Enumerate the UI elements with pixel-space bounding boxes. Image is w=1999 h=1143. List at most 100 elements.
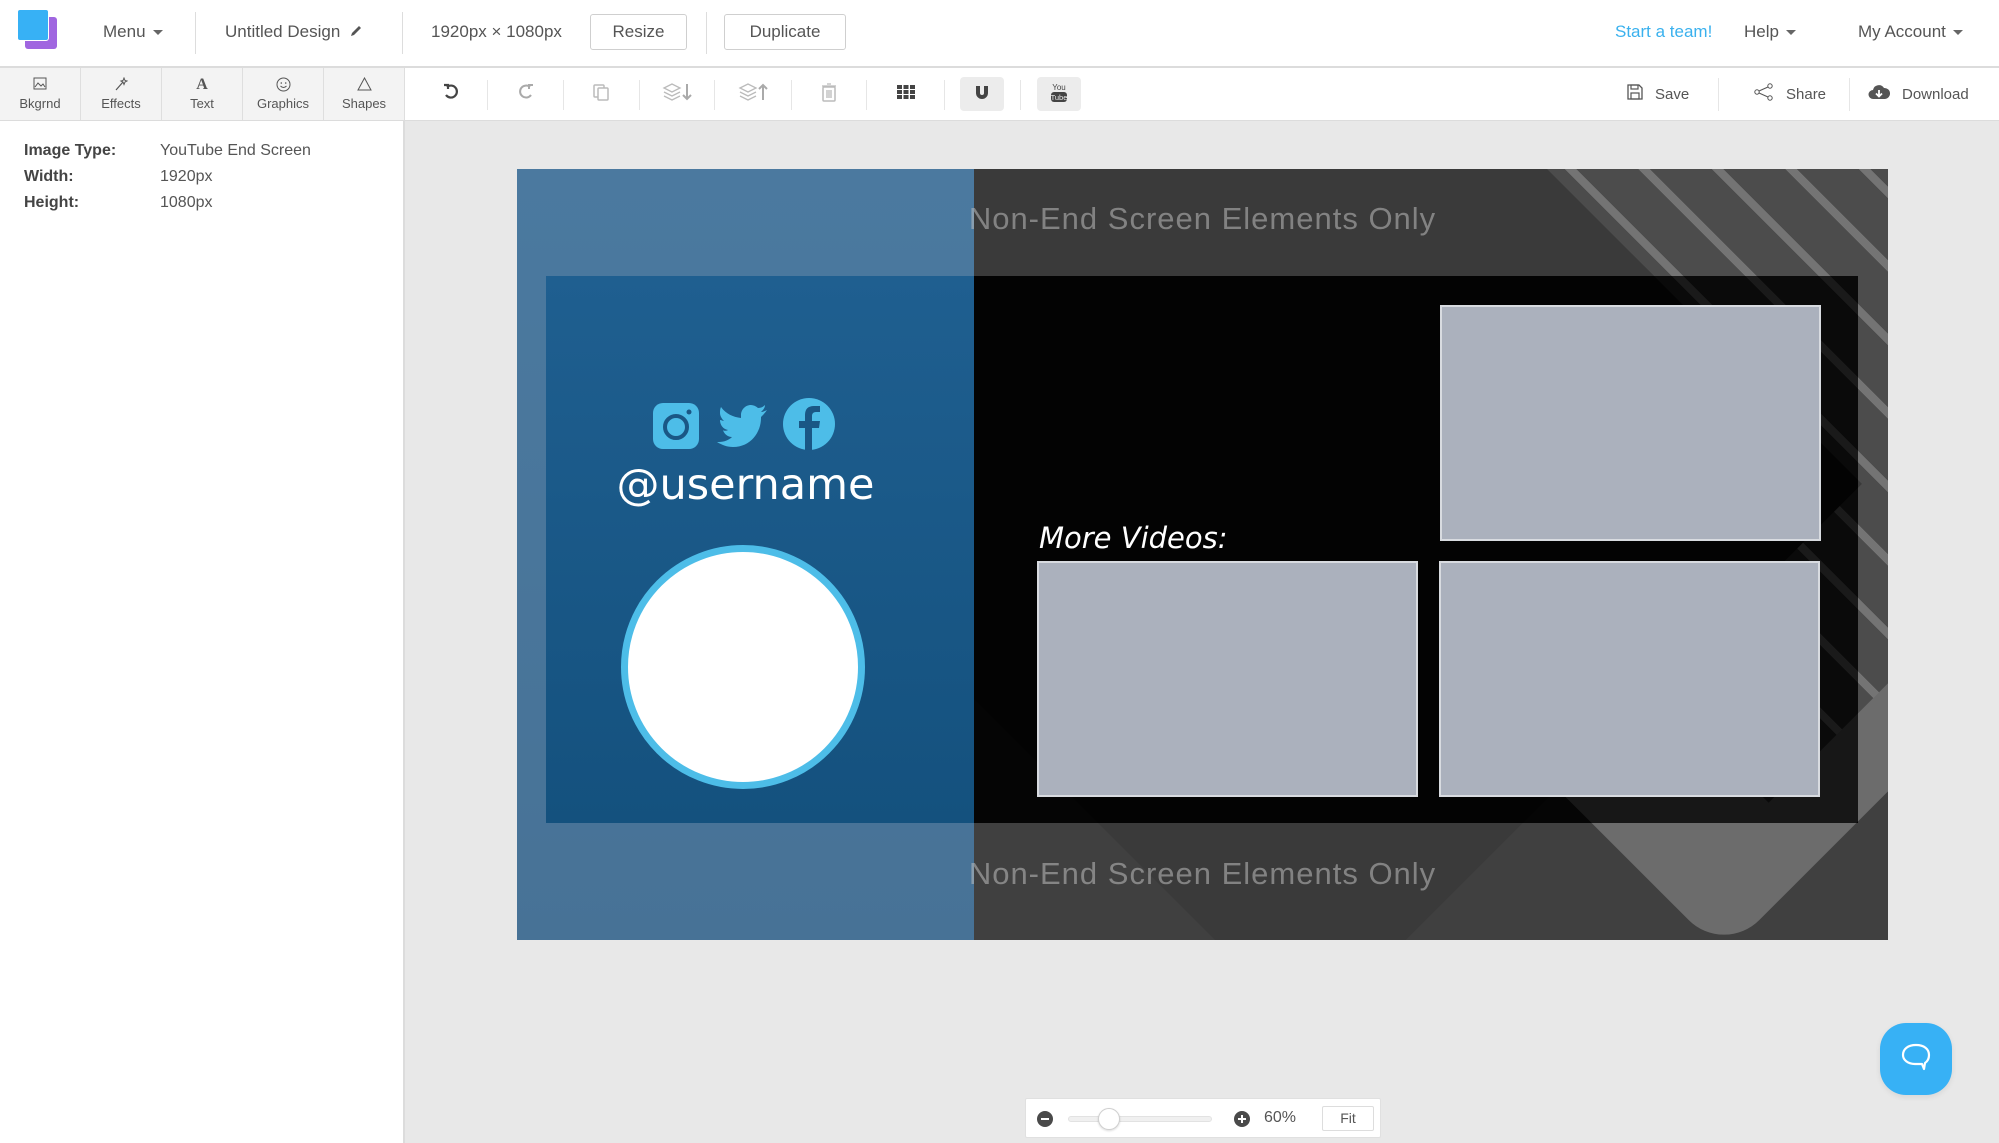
app-logo[interactable] xyxy=(17,9,59,49)
tab-label: Effects xyxy=(101,96,141,111)
dimensions-label: 1920px × 1080px xyxy=(431,22,562,41)
grid-icon xyxy=(897,84,915,104)
magic-wand-icon xyxy=(81,76,161,93)
safe-area-label-top: Non-End Screen Elements Only xyxy=(968,201,1437,236)
property-key: Image Type: xyxy=(24,142,117,159)
duplicate-button[interactable]: Duplicate xyxy=(724,14,846,50)
tab-label: Bkgrnd xyxy=(19,96,61,111)
youtube-icon: You Tube xyxy=(1050,81,1068,108)
tab-graphics[interactable]: Graphics xyxy=(243,68,324,120)
logo-front-square xyxy=(17,9,49,41)
save-icon xyxy=(1627,84,1655,104)
text-icon: A xyxy=(196,76,208,93)
toolbar-divider xyxy=(563,80,564,110)
undo-icon xyxy=(442,83,460,106)
tab-effects[interactable]: Effects xyxy=(81,68,162,120)
save-button[interactable]: Save xyxy=(1627,68,1689,120)
resize-button[interactable]: Resize xyxy=(590,14,687,50)
chat-bubble-icon xyxy=(1900,1042,1932,1077)
video-placeholder[interactable] xyxy=(1440,305,1821,541)
image-icon xyxy=(0,77,80,93)
design-title-label: Untitled Design xyxy=(225,22,341,41)
save-label: Save xyxy=(1655,85,1690,103)
zoom-slider[interactable] xyxy=(1068,1108,1212,1130)
toolbar-divider xyxy=(944,80,945,110)
instagram-icon[interactable] xyxy=(652,402,700,450)
menu-dropdown[interactable]: Menu xyxy=(103,0,163,64)
cloud-download-icon xyxy=(1868,84,1902,104)
safe-area-overlay-left xyxy=(517,276,546,823)
grid-button[interactable] xyxy=(883,76,929,112)
zoom-level: 60% xyxy=(1264,1109,1297,1126)
smiley-icon xyxy=(243,77,323,93)
share-button[interactable]: Share xyxy=(1754,68,1826,120)
property-key: Width: xyxy=(24,168,74,185)
video-placeholder[interactable] xyxy=(1439,561,1820,797)
pencil-icon xyxy=(349,1,363,65)
design-title[interactable]: Untitled Design xyxy=(225,0,363,64)
caret-down-icon xyxy=(1952,30,1963,36)
bring-forward-button[interactable] xyxy=(731,76,777,112)
zoom-in-button[interactable] xyxy=(1234,1111,1250,1127)
video-placeholder[interactable] xyxy=(1037,561,1418,797)
safe-area-overlay-right xyxy=(1858,276,1888,823)
layer-down-icon xyxy=(662,82,694,107)
toolbar-divider xyxy=(1020,80,1021,110)
profile-picture-placeholder[interactable] xyxy=(621,545,865,789)
zoom-control: 60% Fit xyxy=(1025,1098,1381,1138)
header-divider xyxy=(706,12,707,54)
toolbar-divider xyxy=(866,80,867,110)
property-key: Height: xyxy=(24,194,80,211)
sidebar-tabs: Bkgrnd Effects A Text Graphics Shapes xyxy=(0,68,405,121)
layer-up-icon xyxy=(738,82,770,107)
caret-down-icon xyxy=(1785,30,1796,36)
toolbar-divider xyxy=(1718,78,1719,111)
magnet-icon xyxy=(974,84,990,105)
design-canvas[interactable]: Non-End Screen Elements Only Non-End Scr… xyxy=(517,169,1888,940)
toolbar-divider xyxy=(791,80,792,110)
share-label: Share xyxy=(1786,85,1827,103)
send-backward-button[interactable] xyxy=(655,76,701,112)
delete-button[interactable] xyxy=(806,76,852,112)
plus-icon-vertical xyxy=(1241,1115,1243,1123)
fit-button[interactable]: Fit xyxy=(1322,1106,1374,1131)
help-label: Help xyxy=(1744,22,1779,41)
tab-shapes[interactable]: Shapes xyxy=(324,68,405,120)
toolbar-divider xyxy=(1849,78,1850,111)
start-team-link[interactable]: Start a team! xyxy=(1615,0,1712,64)
more-videos-heading[interactable]: More Videos: xyxy=(1039,521,1228,555)
twitter-icon[interactable] xyxy=(717,402,769,450)
safe-area-label-bottom: Non-End Screen Elements Only xyxy=(968,856,1437,891)
redo-button[interactable] xyxy=(503,76,549,112)
editor-toolbar: You Tube Save Share Download xyxy=(405,68,1999,121)
property-value: YouTube End Screen xyxy=(160,142,311,159)
tab-label: Text xyxy=(190,96,214,111)
facebook-icon[interactable] xyxy=(782,397,836,451)
zoom-out-button[interactable] xyxy=(1037,1111,1053,1127)
triangle-icon xyxy=(324,76,404,93)
share-icon xyxy=(1754,83,1786,105)
toolbar-divider xyxy=(714,80,715,110)
download-button[interactable]: Download xyxy=(1868,68,1969,120)
toolbar-divider xyxy=(487,80,488,110)
account-dropdown[interactable]: My Account xyxy=(1858,0,1963,64)
header-divider xyxy=(195,12,196,54)
tab-background[interactable]: Bkgrnd xyxy=(0,68,81,120)
svg-text:You: You xyxy=(1052,83,1066,92)
account-label: My Account xyxy=(1858,22,1946,41)
youtube-guides-toggle[interactable]: You Tube xyxy=(1037,77,1081,111)
tab-label: Shapes xyxy=(341,96,387,111)
undo-button[interactable] xyxy=(428,76,474,112)
download-label: Download xyxy=(1902,85,1969,103)
tab-text[interactable]: A Text xyxy=(162,68,243,120)
caret-down-icon xyxy=(152,30,163,36)
copy-button[interactable] xyxy=(578,76,624,112)
username-text[interactable]: @username xyxy=(517,460,974,510)
help-dropdown[interactable]: Help xyxy=(1744,0,1796,64)
zoom-slider-handle[interactable] xyxy=(1097,1108,1120,1130)
copy-icon xyxy=(591,82,611,107)
tab-label: Graphics xyxy=(256,96,310,111)
help-chat-button[interactable] xyxy=(1880,1023,1952,1095)
redo-icon xyxy=(517,83,535,106)
snap-toggle[interactable] xyxy=(960,77,1004,111)
